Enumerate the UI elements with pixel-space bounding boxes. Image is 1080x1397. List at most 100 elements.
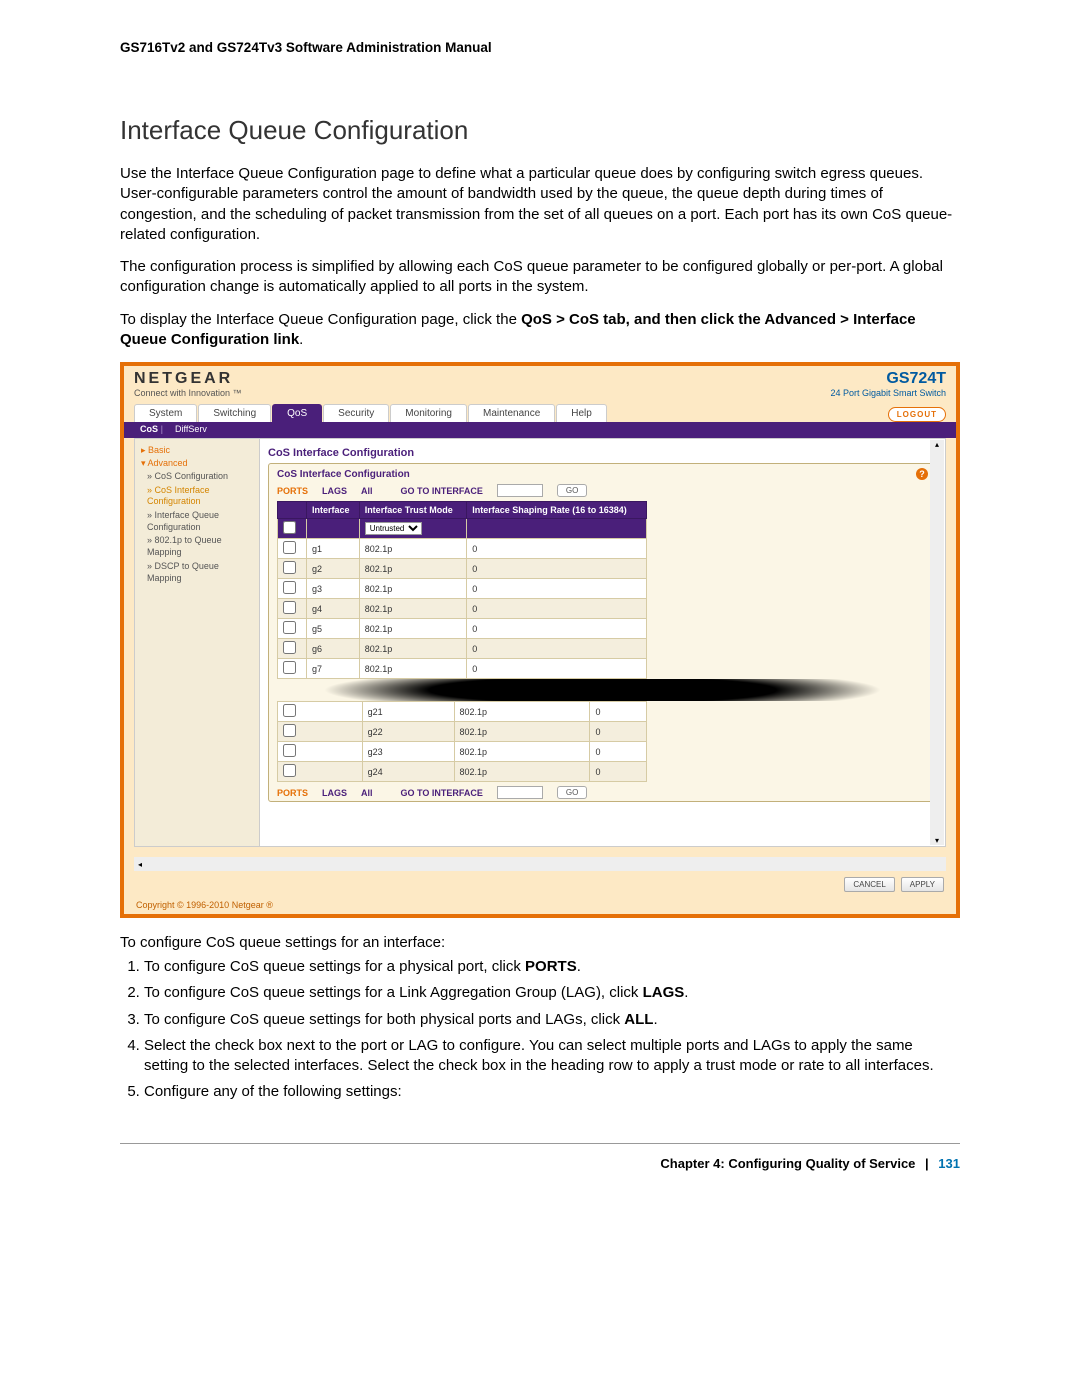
goto-label: GO TO INTERFACE — [401, 486, 483, 496]
subtab-diffserv[interactable]: DiffServ — [171, 422, 211, 436]
step-bold: PORTS — [525, 958, 577, 975]
row-checkbox[interactable] — [283, 561, 296, 574]
col-checkbox — [278, 502, 307, 519]
sidebar-item-dscp-mapping[interactable]: » DSCP to Queue Mapping — [147, 561, 253, 584]
tab-switching[interactable]: Switching — [198, 404, 271, 422]
step-5: Configure any of the following settings: — [144, 1082, 960, 1102]
select-all-checkbox[interactable] — [283, 521, 296, 534]
cell-rate: 0 — [467, 539, 647, 559]
goto-input[interactable] — [497, 484, 543, 497]
sidebar-item-8021p-mapping[interactable]: » 802.1p to Queue Mapping — [147, 535, 253, 558]
section-title: CoS Interface Configuration — [268, 447, 937, 459]
brand-tagline: Connect with Innovation ™ — [134, 388, 242, 398]
cell-rate: 0 — [467, 599, 647, 619]
row-checkbox[interactable] — [283, 661, 296, 674]
step-bold: LAGS — [643, 984, 685, 1001]
step-1: To configure CoS queue settings for a ph… — [144, 957, 960, 977]
step-4: Select the check box next to the port or… — [144, 1036, 960, 1077]
cancel-button[interactable]: CANCEL — [844, 877, 894, 892]
subtab-cos[interactable]: CoS — [136, 422, 167, 436]
footer-page-number: 131 — [938, 1156, 960, 1171]
filter-lags[interactable]: LAGS — [322, 486, 347, 496]
cell-mode: 802.1p — [454, 742, 590, 762]
col-trust-mode: Interface Trust Mode — [359, 502, 467, 519]
tab-system[interactable]: System — [134, 404, 197, 422]
step-2: To configure CoS queue settings for a Li… — [144, 983, 960, 1003]
sidebar-advanced-label: Advanced — [148, 458, 188, 468]
page-title: Interface Queue Configuration — [120, 115, 960, 146]
cell-interface: g4 — [307, 599, 360, 619]
sidebar-advanced[interactable]: ▾ Advanced — [141, 458, 253, 469]
screenshot-container: NETGEAR Connect with Innovation ™ GS724T… — [120, 362, 960, 918]
filter-ports-bottom[interactable]: PORTS — [277, 788, 308, 798]
apply-button[interactable]: APPLY — [901, 877, 944, 892]
row-checkbox[interactable] — [283, 764, 296, 777]
step-text: To configure CoS queue settings for both… — [144, 1011, 624, 1028]
row-checkbox[interactable] — [283, 641, 296, 654]
row-checkbox[interactable] — [283, 601, 296, 614]
logout-button[interactable]: LOGOUT — [888, 407, 946, 422]
redaction-smudge — [255, 679, 950, 701]
step-text: . — [653, 1011, 657, 1028]
sidebar-item-interface-queue-config[interactable]: » Interface Queue Configuration — [147, 510, 253, 533]
tab-qos[interactable]: QoS — [272, 404, 322, 422]
cell-rate: 0 — [467, 579, 647, 599]
table-row: g7802.1p0 — [278, 659, 647, 679]
go-button[interactable]: GO — [557, 484, 587, 497]
tab-monitoring[interactable]: Monitoring — [390, 404, 467, 422]
cell-rate: 0 — [590, 702, 647, 722]
row-checkbox[interactable] — [283, 704, 296, 717]
filter-all[interactable]: All — [361, 486, 373, 496]
sub-tabs: CoS DiffServ — [124, 422, 956, 438]
scroll-down-icon[interactable]: ▾ — [935, 836, 939, 845]
filter-ports[interactable]: PORTS — [277, 486, 308, 496]
action-bar: CANCEL APPLY — [124, 871, 956, 898]
step-text: Select the check box next to the port or… — [144, 1037, 934, 1074]
sidebar-basic[interactable]: ▸ Basic — [141, 445, 253, 456]
cell-rate: 0 — [467, 559, 647, 579]
cos-table: Interface Interface Trust Mode Interface… — [277, 501, 647, 679]
filter-all-bottom[interactable]: All — [361, 788, 373, 798]
cell-interface: g23 — [362, 742, 454, 762]
row-checkbox[interactable] — [283, 541, 296, 554]
footer-chapter: Chapter 4: Configuring Quality of Servic… — [660, 1156, 915, 1171]
cell-mode: 802.1p — [454, 762, 590, 782]
cell-mode: 802.1p — [454, 722, 590, 742]
goto-input-bottom[interactable] — [497, 786, 543, 799]
step-bold: ALL — [624, 1011, 653, 1028]
main-tabs: System Switching QoS Security Monitoring… — [124, 404, 956, 422]
trust-mode-select[interactable]: Untrusted — [365, 522, 422, 535]
table-row: g2802.1p0 — [278, 559, 647, 579]
cell-interface: g5 — [307, 619, 360, 639]
table-row: g1802.1p0 — [278, 539, 647, 559]
sidebar-item-label: DSCP to Queue Mapping — [147, 561, 219, 583]
horizontal-scrollbar[interactable]: ◂ — [134, 857, 946, 871]
step-text: . — [684, 984, 688, 1001]
help-icon[interactable]: ? — [916, 468, 928, 480]
row-checkbox[interactable] — [283, 744, 296, 757]
sidebar-item-cos-config[interactable]: » CoS Configuration — [147, 471, 253, 483]
sidebar-basic-label: Basic — [148, 445, 170, 455]
vertical-scrollbar[interactable]: ▴ ▾ — [930, 440, 944, 845]
go-button-bottom[interactable]: GO — [557, 786, 587, 799]
tab-maintenance[interactable]: Maintenance — [468, 404, 555, 422]
row-checkbox[interactable] — [283, 621, 296, 634]
filter-lags-bottom[interactable]: LAGS — [322, 788, 347, 798]
sidebar-item-label: 802.1p to Queue Mapping — [147, 535, 222, 557]
cell-mode: 802.1p — [359, 579, 467, 599]
tab-help[interactable]: Help — [556, 404, 607, 422]
main-panel: CoS Interface Configuration CoS Interfac… — [260, 439, 945, 846]
scroll-left-icon[interactable]: ◂ — [134, 860, 146, 869]
step-text: To configure CoS queue settings for a Li… — [144, 984, 643, 1001]
table-row: g24802.1p0 — [278, 762, 647, 782]
cell-interface: g24 — [362, 762, 454, 782]
manual-header: GS716Tv2 and GS724Tv3 Software Administr… — [120, 40, 960, 55]
sidebar-item-cos-interface-config[interactable]: » CoS Interface Configuration — [147, 485, 253, 508]
tab-security[interactable]: Security — [323, 404, 389, 422]
cell-rate: 0 — [590, 722, 647, 742]
row-checkbox[interactable] — [283, 581, 296, 594]
scroll-up-icon[interactable]: ▴ — [935, 440, 939, 449]
row-checkbox[interactable] — [283, 724, 296, 737]
post-instruction: To configure CoS queue settings for an i… — [120, 934, 960, 951]
step-3: To configure CoS queue settings for both… — [144, 1010, 960, 1030]
